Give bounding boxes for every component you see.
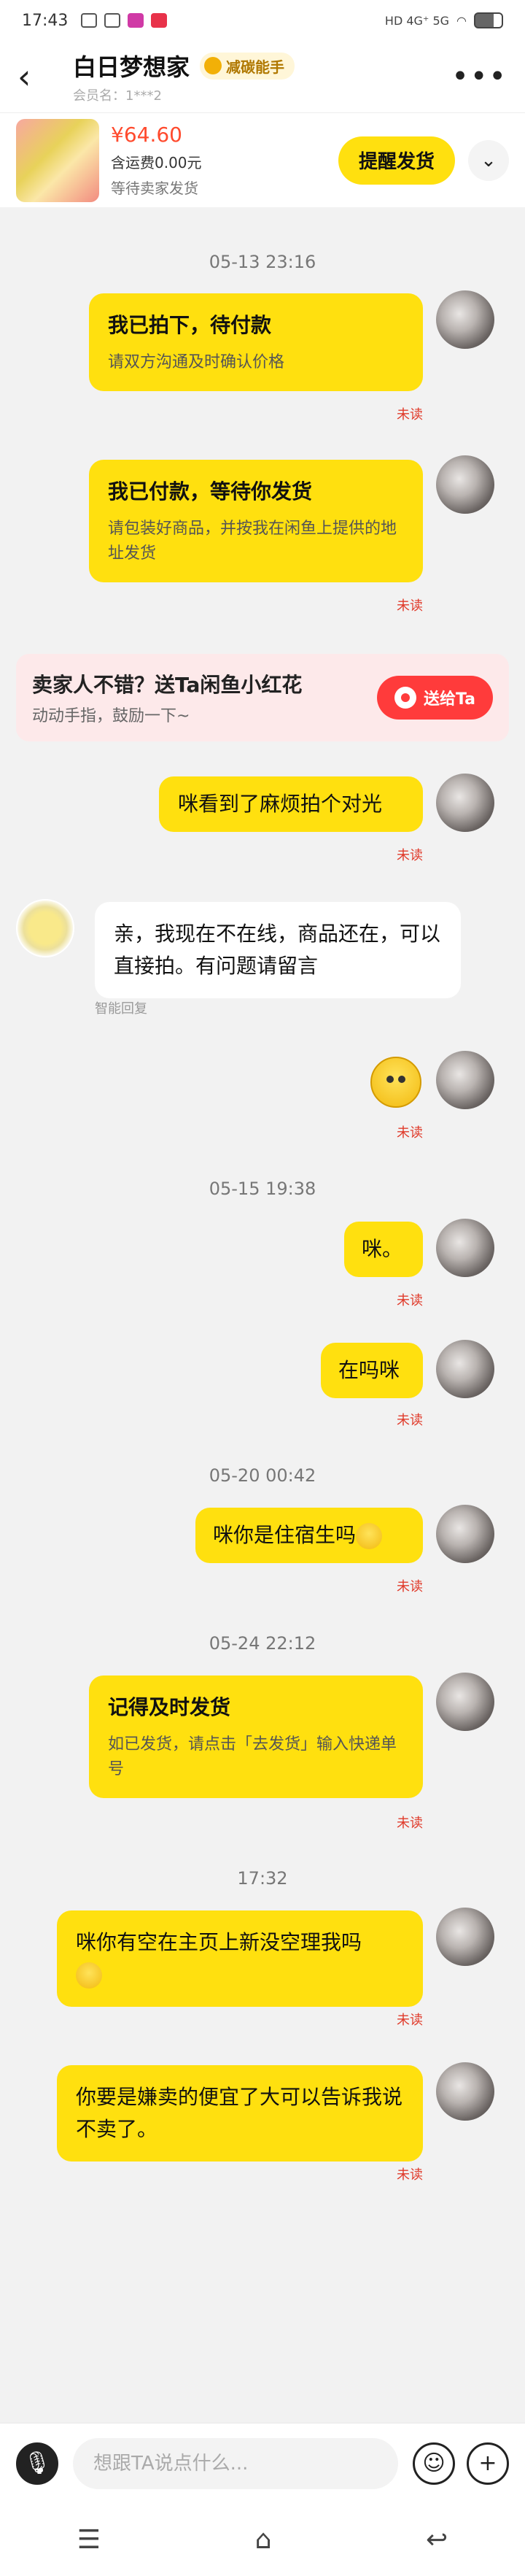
order-card[interactable]: 我已付款，等待你发货 请包装好商品，并按我在闲鱼上提供的地址发货 bbox=[89, 460, 423, 582]
card-subtitle: 如已发货，请点击「去发货」输入快递单号 bbox=[108, 1735, 397, 1778]
unread-label: 未读 bbox=[397, 1816, 423, 1831]
chat-bubble-sent[interactable]: 在吗咪 bbox=[321, 1343, 423, 1398]
badge-label: 减碳能手 bbox=[226, 58, 285, 76]
wifi-icon: ◠ bbox=[456, 13, 467, 28]
back-icon[interactable]: ↩ bbox=[426, 2525, 448, 2555]
system-nav-bar: ☰ ⌂ ↩ bbox=[0, 2503, 525, 2576]
chat-bubble-sent[interactable]: 咪看到了麻烦拍个对光 bbox=[159, 776, 423, 832]
promo-subtitle: 动动手指，鼓励一下~ bbox=[32, 707, 190, 725]
leaf-icon bbox=[204, 57, 222, 74]
chat-bubble-received[interactable]: 亲，我现在不在线，商品还在，可以直接拍。有问题请留言 bbox=[95, 902, 461, 998]
promo-title: 卖家人不错？送Ta闲鱼小红花 bbox=[32, 673, 303, 697]
order-status: 等待卖家发货 bbox=[111, 180, 198, 197]
chat-header: ‹ 白日梦想家 减碳能手 会员名：1***2 ••• bbox=[0, 41, 525, 112]
chevron-down-icon[interactable]: ⌄ bbox=[468, 139, 509, 181]
card-subtitle: 请双方沟通及时确认价格 bbox=[108, 353, 285, 371]
avatar[interactable] bbox=[436, 1673, 494, 1731]
unread-label: 未读 bbox=[397, 2167, 423, 2183]
chevron-left-icon[interactable]: ‹ bbox=[18, 60, 51, 93]
card-title: 我已付款，等待你发货 bbox=[108, 479, 313, 504]
avatar[interactable] bbox=[436, 774, 494, 832]
product-bar: ¥64.60 含运费0.00元 等待卖家发货 提醒发货 ⌄ bbox=[0, 112, 525, 207]
badge[interactable]: 减碳能手 bbox=[200, 52, 295, 80]
timestamp: 05-13 23:16 bbox=[209, 252, 316, 272]
more-horizontal-icon[interactable]: ••• bbox=[451, 62, 508, 91]
timestamp: 05-24 22:12 bbox=[209, 1633, 316, 1654]
microphone-icon[interactable]: 🎙 bbox=[16, 2442, 58, 2485]
home-icon[interactable]: ⌂ bbox=[255, 2525, 272, 2555]
product-thumbnail[interactable] bbox=[16, 118, 99, 202]
card-title: 我已拍下，待付款 bbox=[108, 313, 272, 337]
card-title: 记得及时发货 bbox=[108, 1695, 231, 1719]
timestamp: 05-15 19:38 bbox=[209, 1179, 316, 1199]
chat-bubble-sent[interactable]: 咪你有空在主页上新没空理我吗 bbox=[57, 1910, 423, 2007]
avatar[interactable] bbox=[436, 1340, 494, 1398]
unread-label: 未读 bbox=[397, 2013, 423, 2028]
message-text: 咪你有空在主页上新没空理我吗 bbox=[76, 1930, 362, 1954]
unread-label: 未读 bbox=[397, 598, 423, 614]
order-card[interactable]: 记得及时发货 如已发货，请点击「去发货」输入快递单号 bbox=[89, 1675, 423, 1798]
shipping-fee: 含运费0.00元 bbox=[111, 154, 202, 171]
message-icon bbox=[104, 13, 121, 28]
avatar[interactable] bbox=[436, 290, 494, 349]
unread-label: 未读 bbox=[397, 1579, 423, 1594]
emoji-icon bbox=[356, 1523, 383, 1549]
smart-reply-label: 智能回复 bbox=[95, 1001, 147, 1017]
battery-icon bbox=[474, 12, 503, 28]
chat-bubble-sent[interactable]: 你要是嫌卖的便宜了大可以告诉我说不卖了。 bbox=[57, 2065, 423, 2162]
unread-label: 未读 bbox=[397, 848, 423, 863]
contact-name[interactable]: 白日梦想家 bbox=[73, 49, 190, 82]
network-indicator: HD 4G⁺ 5G bbox=[384, 13, 450, 28]
timestamp: 17:32 bbox=[237, 1868, 288, 1889]
chat-bubble-sent[interactable]: 咪。 bbox=[344, 1222, 423, 1277]
avatar[interactable] bbox=[16, 899, 74, 957]
avatar[interactable] bbox=[436, 1051, 494, 1109]
unread-label: 未读 bbox=[397, 407, 423, 423]
member-id: 会员名：1***2 bbox=[73, 88, 162, 104]
timestamp: 05-20 00:42 bbox=[209, 1465, 316, 1486]
message-text: 咪你是住宿生吗 bbox=[213, 1523, 357, 1547]
avatar[interactable] bbox=[436, 1219, 494, 1277]
plus-icon[interactable]: + bbox=[467, 2442, 509, 2485]
menu-icon[interactable]: ☰ bbox=[77, 2525, 101, 2555]
order-card[interactable]: 我已拍下，待付款 请双方沟通及时确认价格 bbox=[89, 293, 423, 391]
remind-ship-button[interactable]: 提醒发货 bbox=[338, 136, 455, 185]
app-icon bbox=[128, 13, 144, 28]
status-bar: 17:43 HD 4G⁺ 5G ◠ bbox=[0, 0, 525, 41]
promo-card: 卖家人不错？送Ta闲鱼小红花 动动手指，鼓励一下~ 送给Ta bbox=[16, 654, 509, 741]
send-flower-button[interactable]: 送给Ta bbox=[376, 676, 493, 720]
status-time: 17:43 bbox=[22, 11, 69, 30]
card-subtitle: 请包装好商品，并按我在闲鱼上提供的地址发货 bbox=[108, 520, 397, 563]
input-bar: 🎙 ☺ + bbox=[0, 2423, 525, 2503]
emoji-sticker[interactable] bbox=[370, 1057, 421, 1108]
flower-icon bbox=[394, 687, 416, 709]
emoji-icon[interactable]: ☺ bbox=[413, 2442, 455, 2485]
notification-icon bbox=[81, 13, 98, 28]
product-price: ¥64.60 bbox=[111, 123, 182, 147]
unread-label: 未读 bbox=[397, 1125, 423, 1141]
unread-label: 未读 bbox=[397, 1413, 423, 1428]
emoji-icon bbox=[76, 1962, 102, 1989]
chat-bubble-sent[interactable]: 咪你是住宿生吗 bbox=[195, 1508, 423, 1563]
avatar[interactable] bbox=[436, 455, 494, 514]
avatar[interactable] bbox=[436, 1908, 494, 1966]
unread-label: 未读 bbox=[397, 1293, 423, 1308]
avatar[interactable] bbox=[436, 1505, 494, 1563]
avatar[interactable] bbox=[436, 2062, 494, 2121]
send-flower-label: 送给Ta bbox=[423, 690, 475, 709]
message-input[interactable] bbox=[73, 2437, 398, 2489]
app-icon bbox=[151, 13, 168, 28]
